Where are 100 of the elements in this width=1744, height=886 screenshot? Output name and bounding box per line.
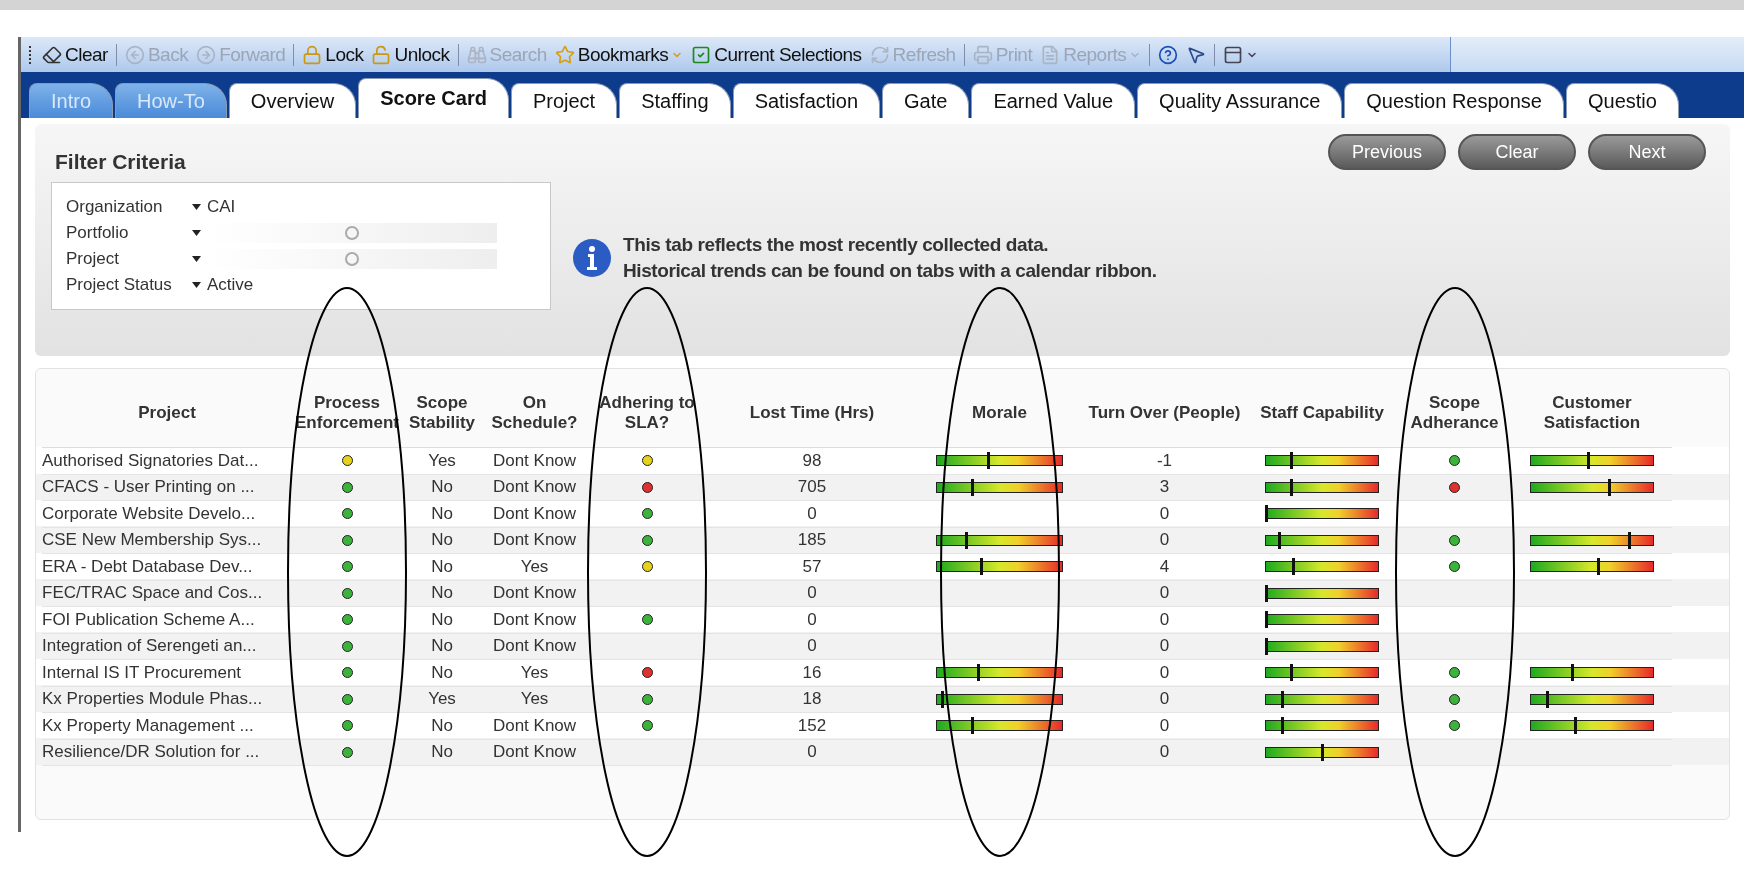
table-cell: 98: [802, 450, 822, 471]
table-cell: No: [431, 503, 453, 524]
table-cell: Dont Know: [492, 636, 577, 657]
table-cell: Yes: [520, 556, 549, 577]
help-button[interactable]: [1158, 44, 1179, 65]
refresh-icon: [869, 44, 890, 65]
table-cell: CFACS - User Printing on ...: [42, 477, 255, 498]
column-header: Turn Over (People): [1088, 403, 1241, 423]
table-cell: No: [431, 530, 453, 551]
column-header: Lost Time (Hrs): [749, 403, 875, 423]
table-cell: Yes: [428, 689, 456, 710]
tab[interactable]: Earned Value: [971, 83, 1136, 118]
nav-button[interactable]: Clear: [1458, 134, 1576, 170]
table-cell: No: [431, 583, 453, 604]
loading-icon: [345, 226, 359, 240]
toolbar-button[interactable]: Unlock: [371, 43, 450, 66]
window-button[interactable]: [1223, 44, 1259, 65]
printer-icon: [972, 44, 993, 65]
filter-label: Project Status: [66, 275, 173, 295]
table-cell: Dont Know: [492, 477, 577, 498]
tab[interactable]: Questio: [1565, 83, 1679, 118]
table-cell: 152: [797, 715, 827, 736]
table-cell: Dont Know: [492, 530, 577, 551]
table-cell: Resilience/DR Solution for ...: [42, 742, 260, 763]
table-cell: 0: [807, 503, 817, 524]
tab[interactable]: Project: [510, 83, 618, 118]
table-cell: Authorised Signatories Dat...: [42, 450, 259, 471]
table-cell: CSE New Membership Sys...: [42, 530, 262, 551]
tab[interactable]: Satisfaction: [732, 83, 880, 118]
table-cell: Yes: [520, 662, 549, 683]
table-cell: 57: [802, 556, 822, 577]
table-cell: Dont Know: [492, 583, 577, 604]
column-header: Customer Satisfaction: [1542, 393, 1642, 433]
column-header: Staff Capability: [1260, 403, 1384, 423]
window-icon: [1223, 44, 1244, 65]
table-cell: No: [431, 556, 453, 577]
loading-icon: [345, 252, 359, 266]
table-cell: No: [431, 636, 453, 657]
filter-value: Active: [207, 275, 254, 295]
column-header: Project: [138, 403, 196, 423]
tab[interactable]: Score Card: [358, 78, 509, 118]
table-cell: Corporate Website Develo...: [42, 503, 256, 524]
info-icon: [573, 239, 611, 277]
info-text: This tab reflects the most recently collected data.: [623, 234, 1050, 256]
table-cell: No: [431, 742, 453, 763]
table-cell: Dont Know: [492, 503, 577, 524]
toolbar-button[interactable]: Current Selections: [691, 43, 862, 66]
table-cell: 16: [802, 662, 822, 683]
nav-button[interactable]: Next: [1588, 134, 1706, 170]
table-cell: Dont Know: [492, 742, 577, 763]
column-header: Scope Stability: [407, 393, 477, 433]
toolbar-button[interactable]: Clear: [42, 43, 108, 66]
table-cell: -1: [1156, 450, 1173, 471]
tab[interactable]: Staffing: [619, 83, 731, 118]
unlock-icon: [371, 44, 392, 65]
dropdown-caret-icon[interactable]: [192, 204, 201, 210]
table-cell: 4: [1159, 556, 1170, 577]
table-cell: Dont Know: [492, 715, 577, 736]
table-cell: No: [431, 609, 453, 630]
binoculars-icon: [466, 44, 487, 65]
tab[interactable]: Question Response: [1344, 83, 1564, 118]
dropdown-caret-icon[interactable]: [192, 256, 201, 262]
table-cell: Yes: [428, 450, 456, 471]
dropdown-caret-icon[interactable]: [192, 230, 201, 236]
table-cell: 0: [807, 609, 817, 630]
table-cell: 3: [1159, 477, 1170, 498]
table-cell: 0: [1159, 503, 1170, 524]
column-header: On Schedule?: [490, 393, 579, 433]
table-cell: FOI Publication Scheme A...: [42, 609, 255, 630]
table-cell: Kx Properties Module Phas...: [42, 689, 263, 710]
table-cell: 18: [802, 689, 822, 710]
table-cell: 0: [807, 636, 817, 657]
dropdown-caret-icon[interactable]: [192, 282, 201, 288]
table-cell: 0: [1159, 636, 1170, 657]
table-cell: ERA - Debt Database Dev...: [42, 556, 253, 577]
table-cell: No: [431, 662, 453, 683]
tab[interactable]: Overview: [228, 83, 357, 118]
table-cell: 705: [797, 477, 827, 498]
lock-icon: [302, 44, 323, 65]
info-text: Historical trends can be found on tabs with a calendar ribbon.: [623, 260, 1157, 282]
document-icon: [1040, 44, 1061, 65]
table-cell: Integration of Serengeti an...: [42, 636, 257, 657]
table-cell: Yes: [520, 689, 549, 710]
tab[interactable]: Quality Assurance: [1137, 83, 1343, 118]
table-cell: 0: [1159, 609, 1170, 630]
table-cell: 0: [1159, 583, 1170, 604]
toolbar-button[interactable]: Lock: [302, 43, 364, 66]
grip-handle[interactable]: [29, 45, 34, 64]
table-cell: 0: [1159, 742, 1170, 763]
table-cell: 0: [1159, 689, 1170, 710]
table-cell: FEC/TRAC Space and Cos...: [42, 583, 263, 604]
table-cell: Dont Know: [492, 450, 577, 471]
tab[interactable]: Gate: [882, 83, 970, 118]
filter-value: CAI: [207, 197, 236, 217]
table-cell: Internal IS IT Procurement: [42, 662, 242, 683]
table-cell: 0: [807, 742, 817, 763]
table-cell: 0: [1159, 662, 1170, 683]
filter-label: Project: [66, 249, 120, 269]
toolbar-button[interactable]: Bookmarks: [554, 43, 684, 66]
nav-button[interactable]: Previous: [1328, 134, 1446, 170]
